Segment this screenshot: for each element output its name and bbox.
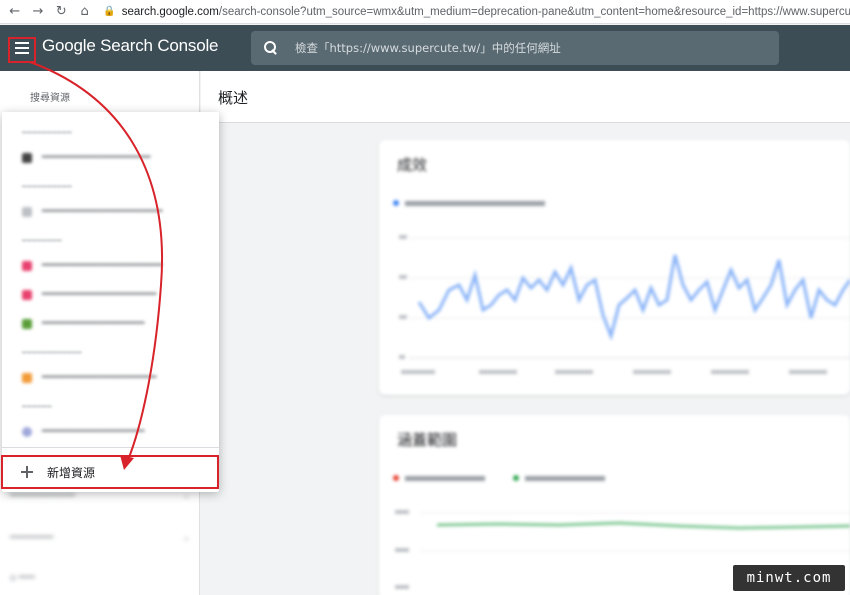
dropdown-divider [2, 447, 219, 448]
property-item[interactable]: ━━━━━━━━━━━━━━━━━━━ [22, 372, 156, 383]
back-icon[interactable]: ← [6, 3, 23, 21]
x-tick-blur [555, 370, 593, 374]
property-url-blurred: ━━━━━━━━━━━━━━━━━━━ [42, 289, 157, 300]
performance-line-chart [399, 235, 850, 374]
resource-label: 搜尋資源 [30, 93, 70, 104]
property-item[interactable]: ━━━━━━━━━━━━━━━━━ [22, 318, 144, 329]
search-input[interactable] [295, 41, 765, 55]
y-tick-blur [399, 275, 407, 279]
add-property-highlight-box [1, 455, 219, 489]
x-tick-blur [401, 370, 435, 374]
app-header: Google Search Console [0, 25, 850, 71]
property-group-header: ━━━━━━━━ [22, 236, 63, 245]
property-item[interactable]: ━━━━━━━━━━━━━━━━━━━━ [22, 260, 162, 271]
x-tick-blur [789, 370, 827, 374]
property-favicon [22, 152, 32, 163]
property-url-blurred: ━━━━━━━━━━━━━━━━━━━━ [42, 260, 163, 271]
url-bar[interactable]: search.google.com/search-console?utm_sou… [122, 6, 850, 18]
page-title: 概述 [218, 89, 249, 107]
property-group-header: ━━━━━━ [22, 402, 53, 411]
y-tick-blur [395, 585, 409, 589]
property-group-header: ━━━━━━━━━━━━ [22, 348, 83, 357]
y-tick-blur [399, 355, 405, 359]
property-favicon [22, 289, 32, 300]
product-logo: Google Search Console [42, 36, 219, 55]
property-url-blurred: ━━━━━━━━━━━━━━━━━━━━ [42, 206, 163, 217]
performance-card[interactable]: 成效 [379, 140, 850, 395]
property-group-header: ━━━━━━━━━━ [22, 182, 73, 191]
property-favicon [22, 372, 32, 383]
nav-blur-row: ━━━━━━━━━━━━ ⌄ [10, 491, 190, 501]
url-host: search.google.com [121, 5, 219, 18]
property-group-header: ━━━━━━━━━━ [22, 128, 73, 137]
search-icon [263, 40, 279, 56]
watermark: minwt.com [733, 565, 845, 591]
property-url-blurred: ━━━━━━━━━━━━━━━━━━━ [42, 372, 157, 383]
property-item[interactable]: ━━━━━━━━━━━━━━━━━━━━ [22, 206, 162, 217]
coverage-valid-line [436, 521, 850, 530]
property-dropdown: ━━━━━━━━━━ ━━━━━━━━━━━━━━━━━━ ━━━━━━━━━━… [2, 112, 219, 492]
y-tick-blur [395, 548, 409, 552]
lock-icon: 🔒 [103, 6, 116, 17]
url-path: /search-console?utm_source=wmx&utm_mediu… [218, 5, 850, 18]
property-item[interactable]: ━━━━━━━━━━━━━━━━━━ [22, 152, 150, 163]
y-tick-blur [399, 315, 407, 319]
reload-icon[interactable]: ↻ [53, 3, 70, 21]
y-tick-blur [399, 235, 407, 239]
property-item[interactable]: ━━━━━━━━━━━━━━━━━ [22, 426, 144, 437]
property-favicon [22, 260, 32, 271]
property-url-blurred: ━━━━━━━━━━━━━━━━━━ [42, 152, 151, 163]
property-favicon [22, 206, 32, 217]
x-tick-blur [633, 370, 671, 374]
property-item[interactable]: ━━━━━━━━━━━━━━━━━━━ [22, 289, 156, 300]
property-favicon [22, 318, 32, 329]
y-tick-blur [395, 510, 409, 514]
browser-address-bar: ← → ↻ ⌂ 🔒 search.google.com/search-conso… [0, 0, 850, 24]
x-tick-blur [479, 370, 517, 374]
property-url-blurred: ━━━━━━━━━━━━━━━━━ [42, 318, 145, 329]
nav-blur-row: ⌂ ━━━ [10, 573, 35, 583]
menu-highlight-box [8, 37, 36, 63]
main-header: 概述 [201, 71, 850, 123]
home-icon[interactable]: ⌂ [76, 3, 93, 21]
forward-icon[interactable]: → [29, 3, 46, 21]
property-favicon [22, 426, 32, 437]
property-url-blurred: ━━━━━━━━━━━━━━━━━ [42, 426, 145, 437]
url-inspection-search[interactable] [251, 31, 779, 65]
nav-blur-row: ━━━━━━━━ ⌄ [10, 533, 190, 543]
performance-series-line [417, 254, 850, 341]
x-tick-blur [711, 370, 749, 374]
